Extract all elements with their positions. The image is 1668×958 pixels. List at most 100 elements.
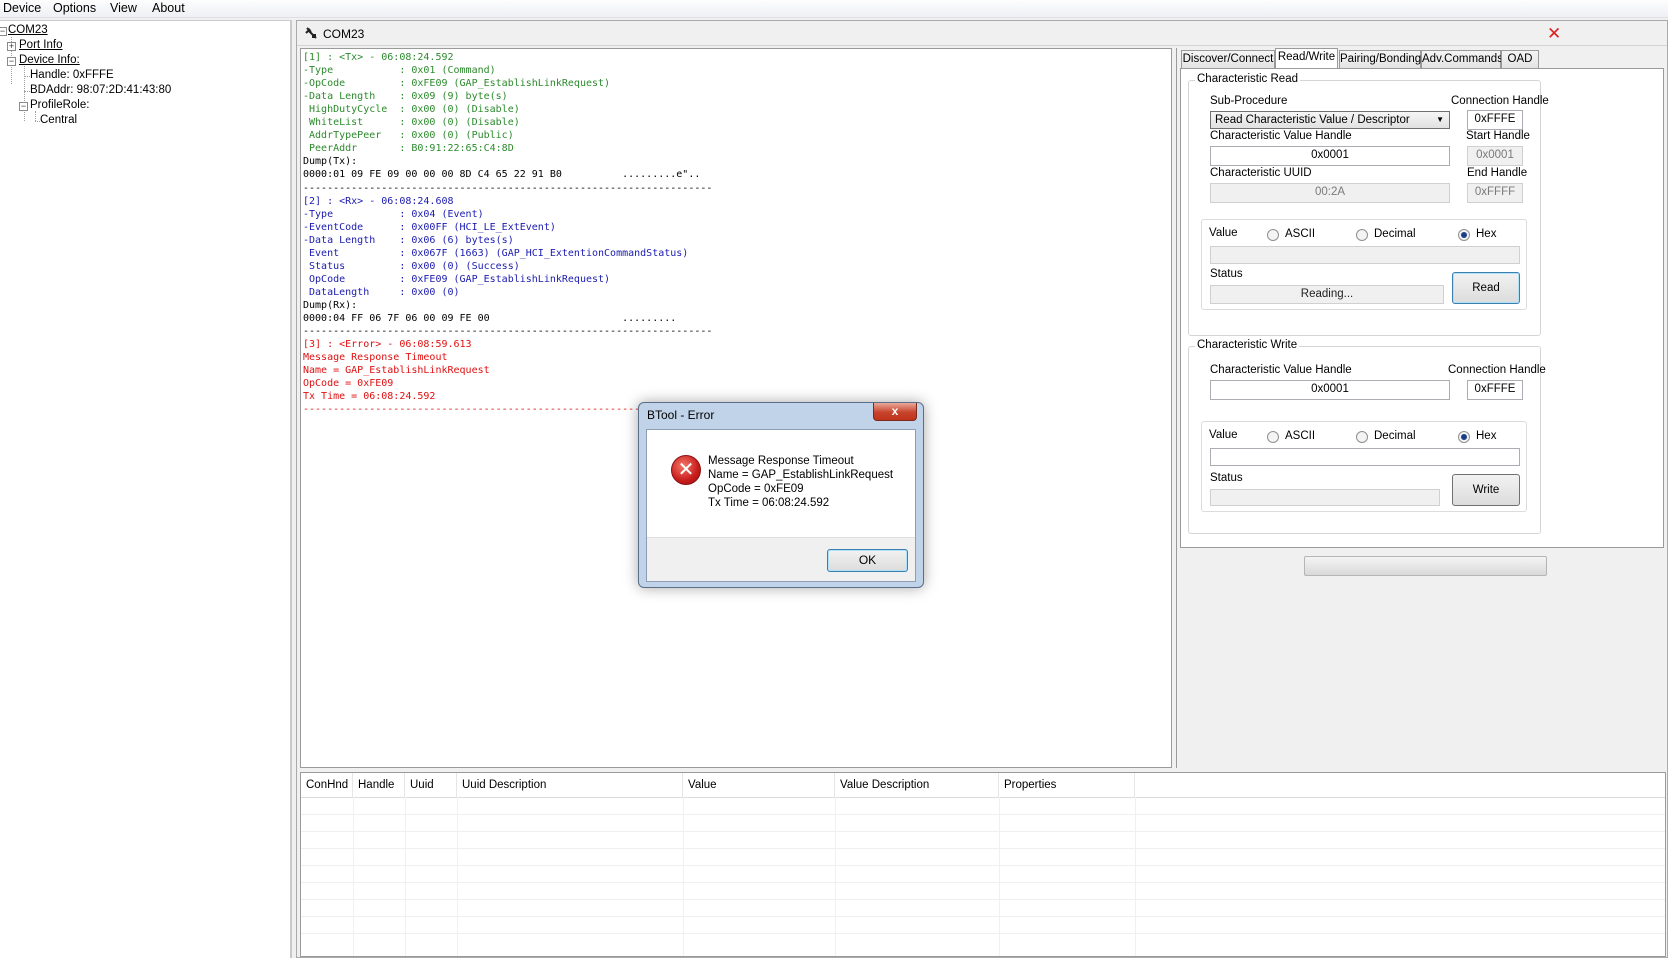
- write-connection-handle-input[interactable]: 0xFFFE: [1467, 380, 1523, 400]
- read-value-handle-label: Characteristic Value Handle: [1210, 130, 1352, 142]
- tree-node-bdaddr[interactable]: BDAddr: 98:07:2D:41:43:80: [30, 84, 171, 96]
- read-value-label: Value: [1209, 227, 1238, 239]
- column-value[interactable]: Value: [683, 773, 835, 797]
- column-properties[interactable]: Properties: [999, 773, 1135, 797]
- attribute-grid[interactable]: ConHnd Handle Uuid Uuid Description Valu…: [300, 772, 1666, 957]
- tree-node-central[interactable]: Central: [40, 114, 77, 126]
- tab-oad[interactable]: OAD: [1501, 50, 1539, 68]
- dialog-close-button[interactable]: x: [873, 403, 917, 421]
- document-title-bar: COM23 ✕: [297, 21, 1667, 46]
- log-line: AddrTypePeer : 0x00 (0) (Public): [303, 130, 514, 142]
- log-line: Tx Time = 06:08:24.592: [303, 391, 436, 403]
- start-handle-label: Start Handle: [1466, 130, 1530, 142]
- read-radio-hex-label: Hex: [1476, 228, 1497, 240]
- tree-node-port-info[interactable]: Port Info: [19, 39, 62, 51]
- characteristic-uuid-input[interactable]: 00:2A: [1210, 183, 1450, 203]
- close-document-icon[interactable]: ✕: [1547, 24, 1561, 44]
- tab-pairing-bonding[interactable]: Pairing/Bonding: [1339, 50, 1421, 68]
- collapse-profile-role-icon[interactable]: −: [19, 102, 28, 111]
- grid-line: [301, 916, 1665, 917]
- read-radio-decimal[interactable]: [1356, 229, 1368, 241]
- tree-node-device-info[interactable]: Device Info:: [19, 54, 80, 66]
- write-radio-decimal-label: Decimal: [1374, 430, 1416, 442]
- progress-bar: [1304, 556, 1547, 576]
- log-line: -Data Length : 0x09 (9) byte(s): [303, 91, 508, 103]
- log-line: 0000:01 09 FE 09 00 00 00 8D C4 65 22 91…: [303, 169, 701, 181]
- chevron-down-icon: ▼: [1436, 115, 1444, 124]
- grid-line: [1135, 797, 1136, 956]
- write-radio-hex[interactable]: [1458, 431, 1470, 443]
- read-status-label: Status: [1210, 268, 1243, 280]
- log-line: ----------------------------------------…: [303, 326, 713, 338]
- tab-discover-connect[interactable]: Discover/Connect: [1181, 50, 1275, 68]
- read-status-output: Reading...: [1210, 285, 1444, 304]
- menu-about[interactable]: About: [152, 1, 185, 15]
- log-line: -Data Length : 0x06 (6) bytes(s): [303, 234, 514, 246]
- menu-view[interactable]: View: [110, 1, 137, 15]
- column-uuid-description[interactable]: Uuid Description: [457, 773, 683, 797]
- read-value-handle-input[interactable]: 0x0001: [1210, 146, 1450, 166]
- log-line: -OpCode : 0xFE09 (GAP_EstablishLinkReque…: [303, 78, 611, 90]
- grid-line: [301, 797, 1665, 798]
- end-handle-input[interactable]: 0xFFFF: [1467, 183, 1523, 203]
- start-handle-input[interactable]: 0x0001: [1467, 146, 1523, 166]
- usb-plug-icon: [305, 27, 317, 39]
- log-line: -Type : 0x01 (Command): [303, 65, 496, 77]
- log-line: WhiteList : 0x00 (0) (Disable): [303, 117, 520, 129]
- read-button[interactable]: Read: [1452, 272, 1520, 304]
- write-radio-decimal[interactable]: [1356, 431, 1368, 443]
- dialog-footer: OK: [647, 537, 915, 581]
- tree-node-com23[interactable]: COM23: [8, 24, 48, 36]
- menu-options[interactable]: Options: [53, 1, 96, 15]
- sub-procedure-label: Sub-Procedure: [1210, 95, 1288, 107]
- column-handle[interactable]: Handle: [353, 773, 405, 797]
- grid-line: [683, 797, 684, 956]
- column-uuid[interactable]: Uuid: [405, 773, 457, 797]
- expand-port-info-icon[interactable]: +: [7, 42, 16, 51]
- write-value-handle-label: Characteristic Value Handle: [1210, 364, 1352, 376]
- tab-adv-commands[interactable]: Adv.Commands: [1421, 50, 1503, 68]
- column-value-description[interactable]: Value Description: [835, 773, 999, 797]
- document-title: COM23: [323, 27, 365, 41]
- log-line: -EventCode : 0x00FF (HCI_LE_ExtEvent): [303, 221, 556, 233]
- write-radio-ascii[interactable]: [1267, 431, 1279, 443]
- read-radio-ascii-label: ASCII: [1285, 228, 1316, 240]
- tab-read-write[interactable]: Read/Write: [1275, 48, 1338, 69]
- grid-line: [301, 899, 1665, 900]
- tree-line: [24, 66, 25, 121]
- log-line: Dump(Rx):: [303, 299, 358, 311]
- log-line: Status : 0x00 (0) (Success): [303, 260, 520, 272]
- ok-button[interactable]: OK: [827, 549, 908, 572]
- log-line: OpCode : 0xFE09 (GAP_EstablishLinkReques…: [303, 273, 611, 285]
- sub-procedure-select[interactable]: Read Characteristic Value / Descriptor ▼: [1210, 111, 1450, 129]
- grid-line: [301, 848, 1665, 849]
- grid-line: [301, 933, 1665, 934]
- write-status-output: [1210, 489, 1440, 506]
- read-radio-hex[interactable]: [1458, 229, 1470, 241]
- write-value-input[interactable]: [1210, 448, 1520, 466]
- log-line: ----------------------------------------…: [303, 182, 713, 194]
- write-value-handle-input[interactable]: 0x0001: [1210, 380, 1450, 400]
- grid-line: [301, 831, 1665, 832]
- read-connection-handle-input[interactable]: 0xFFFE: [1467, 110, 1523, 130]
- grid-line: [353, 797, 354, 956]
- read-radio-ascii[interactable]: [1267, 229, 1279, 241]
- tree-node-handle[interactable]: Handle: 0xFFFE: [30, 69, 114, 81]
- dialog-message-line: Name = GAP_EstablishLinkRequest: [708, 469, 894, 481]
- log-line: Event : 0x067F (1663) (GAP_HCI_Extention…: [303, 247, 689, 259]
- command-panel: Discover/Connect Read/Write Pairing/Bond…: [1176, 48, 1666, 768]
- log-line: -Type : 0x04 (Event): [303, 208, 484, 220]
- collapse-device-info-icon[interactable]: −: [7, 57, 16, 66]
- write-radio-ascii-label: ASCII: [1285, 430, 1316, 442]
- write-status-label: Status: [1210, 472, 1243, 484]
- log-line: OpCode = 0xFE09: [303, 378, 394, 390]
- log-line: Message Response Timeout: [303, 352, 448, 364]
- tree-node-profile-role[interactable]: ProfileRole:: [30, 99, 89, 111]
- grid-line: [835, 797, 836, 956]
- write-button[interactable]: Write: [1452, 474, 1520, 506]
- column-conhnd[interactable]: ConHnd: [301, 773, 353, 797]
- menu-device[interactable]: Device: [3, 1, 41, 15]
- log-line: Name = GAP_EstablishLinkRequest: [303, 365, 490, 377]
- collapse-com23-icon[interactable]: −: [0, 27, 7, 36]
- read-radio-decimal-label: Decimal: [1374, 228, 1416, 240]
